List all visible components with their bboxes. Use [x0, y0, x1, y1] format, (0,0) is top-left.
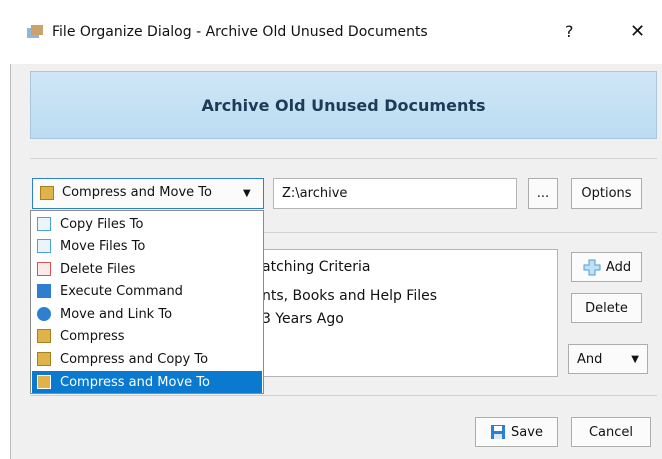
chevron-down-icon: ▼ — [631, 353, 639, 365]
menu-item-compress-move[interactable]: Compress and Move To — [32, 371, 262, 393]
save-icon — [491, 425, 506, 439]
divider — [30, 158, 657, 159]
add-criteria-button[interactable]: Add — [571, 252, 642, 282]
copy-icon — [37, 217, 51, 231]
menu-item-delete-files[interactable]: Delete Files — [32, 258, 262, 280]
save-button[interactable]: Save — [475, 417, 558, 447]
compress-copy-icon — [37, 352, 51, 366]
delete-criteria-button[interactable]: Delete — [571, 293, 642, 323]
action-combo-value: Compress and Move To — [62, 185, 212, 200]
divider — [30, 395, 657, 396]
menu-item-copy-files[interactable]: Copy Files To — [32, 213, 262, 235]
link-icon — [37, 307, 51, 321]
help-button[interactable]: ? — [565, 22, 574, 41]
criteria-item[interactable]: 3 Years Ago — [262, 311, 344, 327]
menu-item-move-files[interactable]: Move Files To — [32, 235, 262, 257]
criteria-header: atching Criteria — [262, 259, 371, 275]
criteria-item[interactable]: nts, Books and Help Files — [262, 288, 437, 304]
compress-icon — [37, 329, 51, 343]
add-icon — [583, 259, 601, 276]
close-button[interactable]: ✕ — [630, 21, 645, 42]
destination-path-value: Z:\archive — [282, 186, 348, 201]
banner-title: Archive Old Unused Documents — [201, 96, 486, 115]
compress-move-icon — [40, 186, 54, 200]
delete-icon — [37, 262, 51, 276]
action-dropdown: Copy Files To Move Files To Delete Files… — [30, 210, 264, 394]
menu-item-compress[interactable]: Compress — [32, 325, 262, 347]
options-button[interactable]: Options — [571, 178, 642, 209]
compress-move-icon — [37, 375, 51, 389]
divider — [262, 232, 657, 233]
browse-button[interactable]: ... — [528, 178, 558, 209]
window-title: File Organize Dialog - Archive Old Unuse… — [52, 24, 428, 40]
chevron-down-icon: ▼ — [243, 188, 251, 199]
menu-item-compress-copy[interactable]: Compress and Copy To — [32, 348, 262, 370]
cancel-button[interactable]: Cancel — [571, 417, 651, 447]
execute-icon — [37, 284, 51, 298]
move-icon — [37, 239, 51, 253]
app-icon — [26, 24, 44, 40]
menu-item-execute-command[interactable]: Execute Command — [32, 280, 262, 302]
menu-item-move-and-link[interactable]: Move and Link To — [32, 303, 262, 325]
logic-select[interactable]: And ▼ — [568, 344, 648, 374]
